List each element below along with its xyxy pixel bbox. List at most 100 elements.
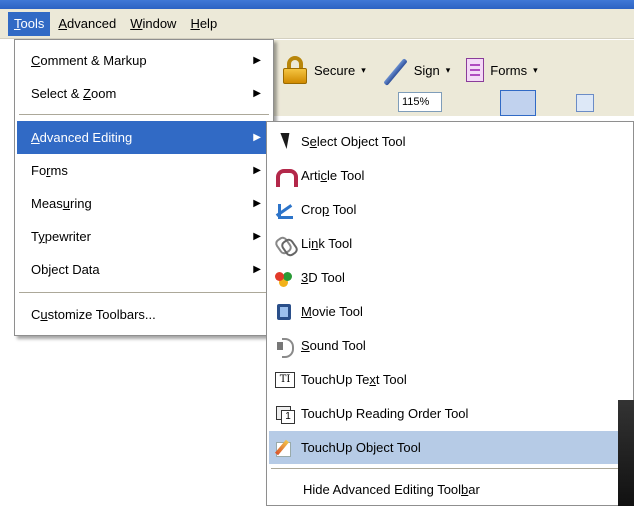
single-page-view-button[interactable]: [500, 90, 536, 116]
menu-item-touchup-reading-order-tool[interactable]: TouchUp Reading Order Tool: [269, 397, 629, 430]
menu-item-select-zoom[interactable]: Select & Zoom ▶: [17, 77, 271, 110]
menu-item-measuring[interactable]: Measuring ▶: [17, 187, 271, 220]
submenu-arrow-icon: ▶: [253, 264, 261, 275]
item-label: ms: [50, 163, 68, 178]
menu-item-object-data[interactable]: Object Data ▶: [17, 253, 271, 286]
item-label: omment & Markup: [40, 53, 147, 68]
touchup-text-icon: TI: [275, 372, 295, 388]
menu-item-crop-tool[interactable]: Crop Tool: [269, 193, 629, 226]
chevron-down-icon: ▾: [533, 64, 538, 75]
menu-window[interactable]: Window: [124, 12, 182, 36]
menu-item-touchup-text-tool[interactable]: TI TouchUp Text Tool: [269, 363, 629, 396]
screen: Tools Advanced Window Help Secure ▾ Sign…: [0, 0, 634, 506]
item-label: D Tool: [308, 270, 345, 285]
lock-icon: [282, 56, 308, 84]
submenu-arrow-icon: ▶: [253, 231, 261, 242]
item-label: ar: [468, 482, 480, 497]
3d-icon: [275, 269, 293, 287]
forms-icon: [466, 58, 485, 82]
item-label: stomize Toolbars...: [47, 307, 156, 322]
menu-separator: [19, 292, 269, 293]
item-label: Arti: [301, 168, 321, 183]
submenu-arrow-icon: ▶: [253, 88, 261, 99]
menu-separator: [19, 114, 269, 115]
menu-label: elp: [199, 15, 218, 31]
document-edge: [618, 400, 634, 506]
item-label: TouchUp Readin: [301, 406, 398, 421]
advanced-editing-submenu: Select Object Tool Article Tool Crop Too…: [266, 121, 634, 506]
chevron-down-icon: ▾: [445, 64, 451, 75]
menu-separator: [271, 468, 627, 469]
menu-item-forms[interactable]: Forms ▶: [17, 154, 271, 187]
item-mnemonic: u: [40, 307, 48, 322]
menu-item-comment-markup[interactable]: Comment & Markup ▶: [17, 44, 271, 77]
item-mnemonic: C: [31, 53, 41, 68]
item-mnemonic: M: [301, 304, 312, 319]
title-bar-strip: [0, 0, 634, 9]
item-label: Meas: [31, 196, 63, 211]
select-object-arrow-icon: [275, 133, 293, 151]
item-label: ovie Tool: [311, 304, 363, 319]
menu-item-advanced-editing[interactable]: Advanced Editing ▶: [17, 121, 271, 154]
menu-item-hide-advanced-editing-toolbar[interactable]: Hide Advanced Editing Toolbar: [269, 473, 629, 506]
item-label: TouchUp Obje: [301, 440, 384, 455]
item-label: Order Tool: [404, 406, 469, 421]
item-label: Fo: [31, 163, 47, 178]
movie-icon: [275, 303, 293, 321]
item-label: t Tool: [375, 372, 407, 387]
menu-item-article-tool[interactable]: Article Tool: [269, 159, 629, 192]
menu-item-sound-tool[interactable]: Sound Tool: [269, 329, 629, 362]
sign-label: Sign: [413, 62, 440, 78]
main-toolbar: Secure ▾ Sign ▾ Forms ▾ 115%: [266, 40, 634, 116]
submenu-arrow-icon: ▶: [253, 132, 261, 143]
pen-icon: [382, 56, 408, 84]
sign-button[interactable]: Sign ▾: [382, 56, 451, 84]
crop-icon: [275, 201, 293, 219]
secure-label: Secure: [314, 62, 356, 78]
item-label: Ob: [31, 262, 49, 277]
item-label: ound Tool: [309, 338, 366, 353]
sound-icon: [275, 337, 294, 358]
item-label: pewriter: [44, 229, 91, 244]
item-label: S: [301, 134, 310, 149]
menu-label: indow: [142, 15, 177, 31]
zoom-input[interactable]: 115%: [398, 92, 442, 112]
secure-button[interactable]: Secure ▾: [282, 56, 366, 84]
menu-mnemonic: H: [190, 15, 200, 31]
menu-item-customize-toolbars[interactable]: Customize Toolbars...: [17, 298, 271, 331]
menu-item-3d-tool[interactable]: 3D Tool: [269, 261, 629, 294]
item-mnemonic: S: [301, 338, 310, 353]
forms-label: Forms: [490, 62, 528, 78]
item-label: Hide Advanced Editing Tool: [303, 482, 462, 497]
menu-bar: Tools Advanced Window Help: [0, 9, 634, 39]
submenu-arrow-icon: ▶: [253, 198, 261, 209]
item-mnemonic: e: [309, 134, 317, 149]
menu-help[interactable]: Help: [184, 12, 223, 36]
item-label: lect Object Tool: [316, 134, 406, 149]
menu-advanced[interactable]: Advanced: [52, 12, 122, 36]
item-label: ring: [70, 196, 92, 211]
item-label: Select &: [31, 86, 84, 101]
menu-label: ools: [20, 15, 45, 31]
menu-item-movie-tool[interactable]: Movie Tool: [269, 295, 629, 328]
menu-label: dvanced: [67, 15, 117, 31]
item-label: le Tool: [327, 168, 365, 183]
menu-item-select-object-tool[interactable]: Select Object Tool: [269, 125, 629, 158]
tools-menu: Comment & Markup ▶ Select & Zoom ▶ Advance…: [14, 39, 274, 336]
submenu-arrow-icon: ▶: [253, 55, 261, 66]
fit-page-button[interactable]: [576, 94, 594, 112]
item-label: TouchUp Te: [301, 372, 370, 387]
item-mnemonic: A: [31, 130, 40, 145]
touchup-object-icon: [275, 439, 293, 457]
menu-item-touchup-object-tool[interactable]: TouchUp Object Tool: [269, 431, 629, 464]
item-label: Li: [301, 236, 312, 251]
menu-tools[interactable]: Tools: [8, 11, 51, 36]
forms-button[interactable]: Forms ▾: [466, 58, 538, 82]
item-label: oom: [90, 86, 117, 101]
article-icon: [275, 167, 298, 187]
item-label: ct Tool: [383, 440, 421, 455]
item-label: dvanced Editing: [39, 130, 133, 145]
menu-item-typewriter[interactable]: Typewriter ▶: [17, 220, 271, 253]
menu-item-link-tool[interactable]: Link Tool: [269, 227, 629, 260]
item-mnemonic: Z: [83, 86, 91, 101]
